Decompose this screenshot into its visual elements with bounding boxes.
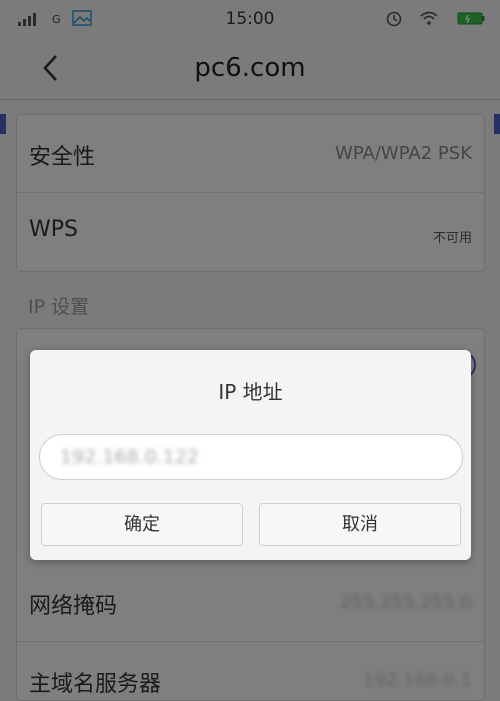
cancel-button[interactable]: 取消	[259, 503, 461, 546]
ip-address-value: 192.168.0.122	[60, 446, 200, 468]
confirm-button[interactable]: 确定	[41, 503, 243, 546]
ip-address-dialog: IP 地址 192.168.0.122 确定 取消	[30, 350, 471, 560]
ip-address-input[interactable]: 192.168.0.122	[39, 434, 463, 480]
dialog-title: IP 地址	[218, 380, 283, 404]
